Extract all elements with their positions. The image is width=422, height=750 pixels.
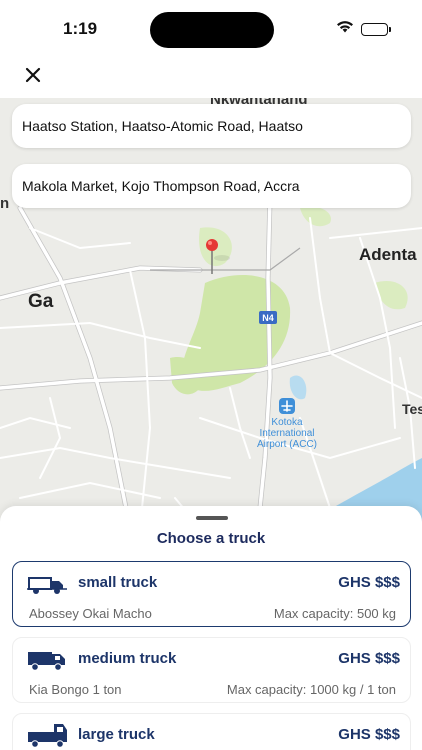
map-label-tes: Tes [402, 401, 422, 417]
truck-selection-sheet: Choose a truck small truck GHS $$$ Aboss… [0, 506, 422, 750]
truck-option-large[interactable]: large truck GHS $$$ [12, 713, 411, 750]
n4-shield: N4 [259, 311, 277, 324]
map-label-ga: Ga [28, 291, 54, 312]
small-truck-icon [27, 570, 69, 596]
wifi-icon [336, 20, 354, 38]
map-park [300, 206, 331, 227]
truck-name: large truck [78, 726, 155, 743]
top-bar [0, 58, 422, 98]
status-bar: 1:19 [0, 0, 422, 58]
map-label-n: n [0, 195, 9, 212]
dynamic-island [150, 12, 274, 48]
truck-name: medium truck [78, 650, 177, 667]
truck-capacity: Max capacity: 500 kg [273, 606, 396, 621]
map-label-kotoka: Kotoka [271, 417, 303, 428]
truck-model: Kia Bongo 1 ton [29, 682, 122, 697]
close-icon [25, 67, 41, 88]
dropoff-location-field[interactable]: Makola Market, Kojo Thompson Road, Accra [12, 164, 411, 208]
sheet-grabber[interactable] [196, 516, 228, 520]
truck-option-small[interactable]: small truck GHS $$$ Abossey Okai Macho M… [12, 561, 411, 627]
truck-model: Abossey Okai Macho [29, 606, 152, 621]
map-label-international: International [259, 428, 314, 439]
map-view[interactable]: N4 Nkwantanang Adenta Ga Tes n Kotoka In… [0, 98, 422, 528]
airport-icon [279, 398, 295, 414]
truck-price: GHS $$$ [338, 726, 400, 743]
map-water [289, 375, 307, 400]
sheet-title: Choose a truck [156, 530, 266, 547]
map-label-n4: N4 [262, 313, 274, 323]
status-time: 1:19 [63, 19, 98, 38]
map-canvas: N4 Nkwantanang Adenta Ga Tes n Kotoka In… [0, 98, 422, 528]
truck-option-medium[interactable]: medium truck GHS $$$ Kia Bongo 1 ton Max… [12, 637, 411, 703]
map-label-adenta: Adenta [359, 245, 417, 264]
pickup-location-field[interactable]: Haatso Station, Haatso-Atomic Road, Haat… [12, 104, 411, 148]
close-button[interactable] [20, 64, 46, 90]
battery-icon [361, 22, 391, 36]
truck-price: GHS $$$ [338, 650, 400, 667]
truck-price: GHS $$$ [338, 574, 400, 591]
status-icons [336, 20, 391, 38]
map-label-airport: Airport (ACC) [257, 439, 317, 450]
medium-truck-icon [27, 646, 69, 672]
large-truck-icon [27, 722, 69, 748]
truck-name: small truck [78, 574, 158, 591]
truck-capacity: Max capacity: 1000 kg / 1 ton [226, 682, 396, 697]
